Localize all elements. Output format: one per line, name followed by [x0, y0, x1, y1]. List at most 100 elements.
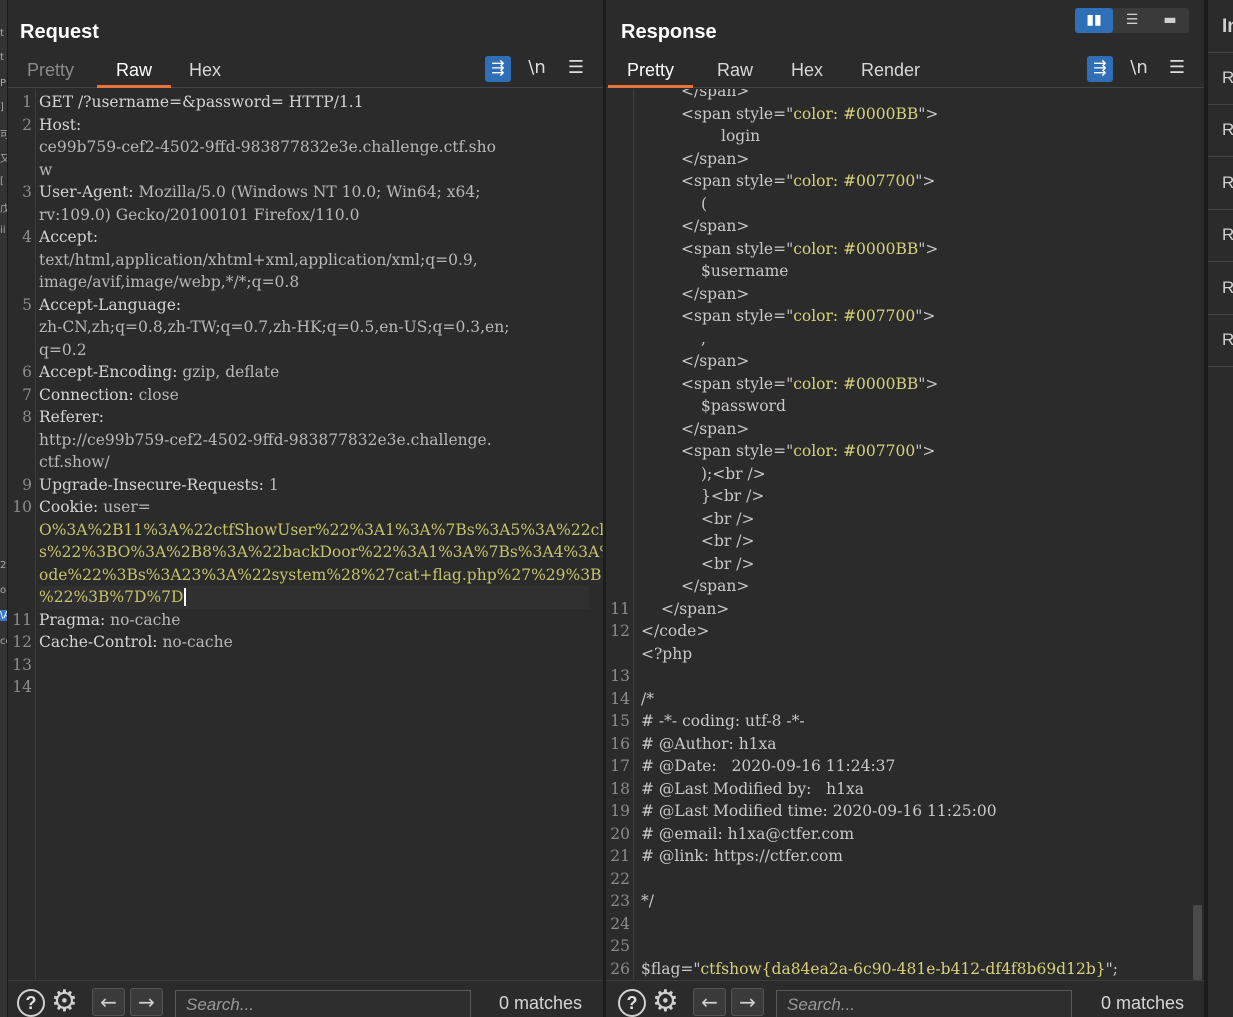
- help-icon[interactable]: ?: [17, 989, 45, 1017]
- tab-raw[interactable]: Raw: [97, 59, 172, 88]
- split-vertical-icon[interactable]: ☰: [1113, 8, 1151, 33]
- code-token: Connection:: [39, 385, 139, 404]
- code-line: login: [721, 125, 760, 148]
- code-line: O%3A%2B11%3A%22ctfShowUser%22%3A1%3A%7Bs…: [39, 519, 603, 542]
- code-line: <span style="color: #0000BB">: [681, 238, 938, 261]
- tab-raw[interactable]: Raw: [698, 59, 772, 88]
- inspector-item[interactable]: R: [1222, 330, 1233, 350]
- menu-icon[interactable]: ☰: [563, 56, 589, 82]
- code-line: </span>: [681, 575, 749, 598]
- code-token: no-cache: [162, 633, 233, 651]
- tab-hex[interactable]: Hex: [772, 59, 842, 88]
- code-token: <span style=": [681, 374, 794, 393]
- code-token: color: #0000BB: [793, 374, 919, 393]
- code-line: <span style="color: #007700">: [681, 170, 935, 193]
- code-token: <br />: [701, 509, 755, 528]
- code-token: $password: [701, 397, 786, 415]
- word-wrap-icon[interactable]: ⇶: [485, 56, 511, 82]
- code-token: ce99b759-cef2-4502-9ffd-983877832e3e.cha…: [39, 138, 496, 156]
- code-token: );<br />: [701, 464, 766, 483]
- code-line: );<br />: [701, 463, 766, 486]
- help-icon[interactable]: ?: [618, 989, 646, 1017]
- arrow-right-icon[interactable]: →: [731, 988, 764, 1016]
- code-token: Referer:: [39, 408, 104, 426]
- inspector-item[interactable]: R: [1222, 68, 1233, 88]
- inspector-item[interactable]: R: [1222, 278, 1233, 298]
- line-number: 21: [610, 847, 630, 865]
- newline-toggle[interactable]: \n: [524, 56, 550, 82]
- code-token: </code>: [641, 622, 710, 640]
- line-number: 18: [610, 779, 630, 798]
- tab-render[interactable]: Render: [842, 59, 939, 88]
- code-line: # @link: https://ctfer.com: [641, 845, 843, 868]
- code-line: $password: [701, 395, 786, 418]
- code-line: Upgrade-Insecure-Requests: 1: [39, 474, 279, 497]
- code-line: rv:109.0) Gecko/20100101 Firefox/110.0: [39, 204, 359, 227]
- inspector-item[interactable]: R: [1222, 225, 1233, 245]
- code-line: GET /?username=&password= HTTP/1.1: [39, 91, 364, 114]
- gear-icon[interactable]: ⚙: [652, 986, 679, 1017]
- arrow-left-icon[interactable]: ←: [693, 988, 726, 1016]
- code-token: Host:: [39, 115, 82, 134]
- code-token: <span style=": [681, 307, 794, 325]
- code-token: <span style=": [681, 172, 794, 190]
- line-number: 16: [610, 734, 630, 753]
- search-input[interactable]: Search...: [776, 990, 1072, 1017]
- inspector-item[interactable]: R: [1222, 173, 1233, 193]
- single-pane-icon[interactable]: ▬: [1151, 8, 1189, 33]
- left-panel-edge: ttP] 可又[戊 ii2.ol \Ace: [0, 0, 8, 1017]
- line-number: 17: [610, 757, 630, 775]
- code-token: O%3A%2B11%3A%22ctfShowUser%22%3A1%3A%7Bs…: [39, 520, 603, 539]
- word-wrap-icon[interactable]: ⇶: [1087, 56, 1113, 82]
- code-line: zh-CN,zh;q=0.8,zh-TW;q=0.7,zh-HK;q=0.5,e…: [39, 316, 509, 339]
- code-line: text/html,application/xhtml+xml,applicat…: [39, 249, 478, 272]
- line-number: 15: [610, 712, 630, 730]
- code-token: </span>: [681, 352, 750, 370]
- code-token: color: #007700: [793, 172, 916, 190]
- line-number: 12: [610, 622, 630, 640]
- arrow-right-icon[interactable]: →: [130, 988, 163, 1016]
- code-line: http://ce99b759-cef2-4502-9ffd-983877832…: [39, 429, 492, 452]
- code-line: </code>: [641, 620, 709, 643]
- code-line: (: [701, 193, 707, 216]
- tab-pretty[interactable]: Pretty: [8, 59, 93, 88]
- newline-toggle[interactable]: \n: [1126, 56, 1152, 82]
- code-line: Cookie: user=: [39, 496, 151, 519]
- line-number: 24: [610, 914, 630, 933]
- code-token: w: [39, 160, 53, 179]
- code-line: s%22%3BO%3A%2B8%3A%22backDoor%22%3A1%3A%…: [39, 541, 603, 564]
- code-line: $username: [701, 260, 788, 283]
- code-token: ">: [915, 442, 936, 460]
- code-token: http://ce99b759-cef2-4502-9ffd-983877832…: [39, 430, 492, 449]
- code-line: Referer:: [39, 406, 104, 429]
- line-number: 26: [610, 959, 630, 978]
- code-token: GET /?username=&password= HTTP/1.1: [39, 93, 364, 111]
- line-number: 14: [12, 678, 32, 696]
- search-input[interactable]: Search...: [175, 990, 471, 1017]
- inspector-item[interactable]: R: [1222, 120, 1233, 140]
- code-line: </span>: [681, 89, 749, 103]
- response-editor[interactable]: </span> <span style="color: #0000BB"> logi…: [606, 89, 1204, 980]
- code-token: # @link: https://ctfer.com: [641, 847, 843, 865]
- arrow-left-icon[interactable]: ←: [92, 988, 125, 1016]
- code-line: # @Date: 2020-09-16 11:24:37: [641, 755, 895, 778]
- code-token: ">: [918, 374, 939, 393]
- menu-icon[interactable]: ☰: [1164, 56, 1190, 82]
- request-editor[interactable]: 1 GET /?username=&password= HTTP/1.1 2 Host…: [8, 89, 603, 980]
- line-number: 4: [22, 228, 32, 246]
- code-token: Mozilla/5.0 (Windows NT 10.0; Win64; x64…: [138, 183, 481, 201]
- tab-pretty[interactable]: Pretty: [608, 59, 694, 88]
- line-number: 22: [610, 869, 630, 888]
- code-token: Cookie:: [39, 498, 104, 516]
- code-line: </span>: [681, 418, 749, 441]
- code-line: Host:: [39, 114, 81, 137]
- tab-hex[interactable]: Hex: [170, 59, 240, 88]
- line-number: 11: [12, 610, 32, 629]
- code-token: no-cache: [110, 610, 181, 629]
- code-line: }<br />: [701, 485, 764, 508]
- line-gutter: [8, 89, 36, 980]
- matches-count: 0 matches: [499, 993, 583, 1013]
- gear-icon[interactable]: ⚙: [51, 986, 78, 1017]
- scrollbar-thumb[interactable]: [1193, 905, 1202, 980]
- split-horizontal-icon[interactable]: ▮▮: [1075, 8, 1113, 33]
